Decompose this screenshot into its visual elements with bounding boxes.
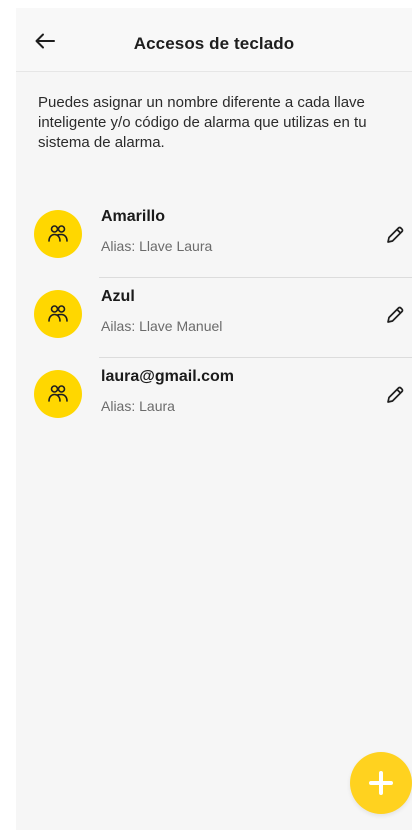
app-screen: Accesos de teclado Puedes asignar un nom… <box>16 8 412 830</box>
avatar <box>34 370 82 418</box>
list-item[interactable]: Amarillo Alias: Llave Laura <box>16 198 412 278</box>
access-name: Azul <box>101 288 135 305</box>
users-icon <box>48 385 68 402</box>
list-item[interactable]: laura@gmail.com Alias: Laura <box>16 358 412 438</box>
users-icon <box>48 225 68 242</box>
edit-button[interactable] <box>384 384 406 406</box>
access-alias: Alias: Llave Laura <box>101 238 213 254</box>
app-header: Accesos de teclado <box>16 8 412 72</box>
edit-button[interactable] <box>384 304 406 326</box>
list-item[interactable]: Azul Ailas: Llave Manuel <box>16 278 412 358</box>
access-name: Amarillo <box>101 208 166 225</box>
users-icon <box>48 305 68 322</box>
access-name: laura@gmail.com <box>101 368 234 385</box>
intro-text: Puedes asignar un nombre diferente a cad… <box>38 94 367 151</box>
add-access-button[interactable] <box>350 752 412 814</box>
avatar <box>34 210 82 258</box>
pencil-icon <box>387 386 404 403</box>
access-alias: Alias: Laura <box>101 398 175 414</box>
page-title: Accesos de teclado <box>133 34 295 53</box>
pencil-icon <box>387 306 404 323</box>
edit-button[interactable] <box>384 224 406 246</box>
access-list: Amarillo Alias: Llave Laura Azul Ailas: … <box>16 198 412 438</box>
pencil-icon <box>387 226 404 243</box>
avatar <box>34 290 82 338</box>
access-alias: Ailas: Llave Manuel <box>101 318 223 334</box>
plus-icon <box>369 771 393 795</box>
